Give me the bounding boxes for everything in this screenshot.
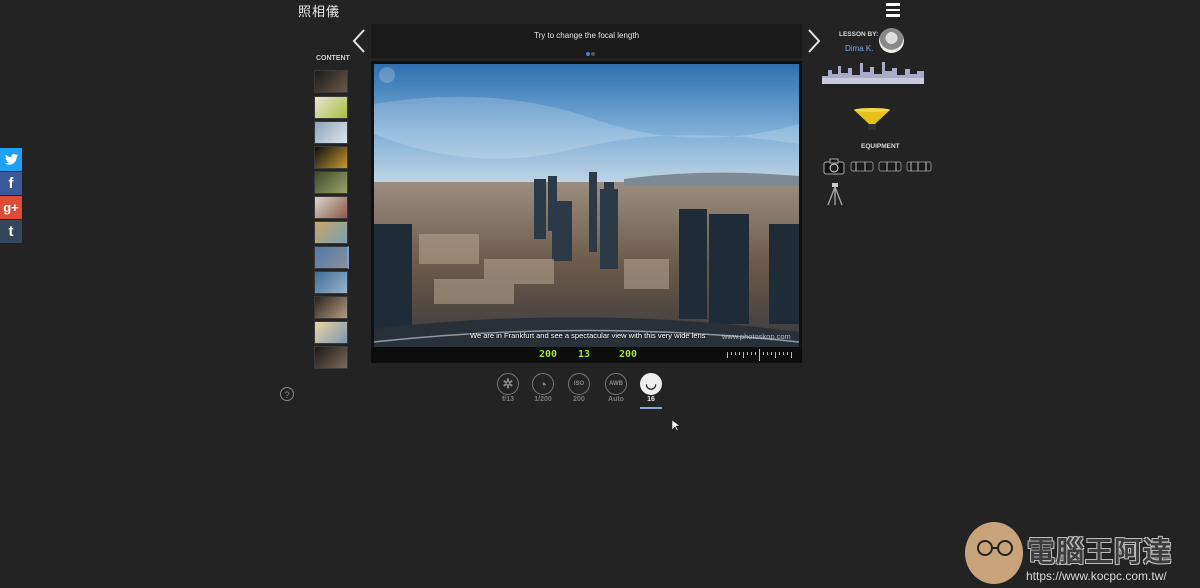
content-thumbnail-7[interactable] [314, 221, 348, 244]
shutter-readout: 200 [539, 349, 558, 360]
meter-tick [767, 352, 768, 355]
lens-3-icon[interactable] [906, 157, 932, 175]
content-thumbnail-4[interactable] [314, 146, 348, 169]
tumblr-share-button[interactable]: t [0, 220, 22, 243]
skyline-graphic [822, 62, 924, 84]
facebook-share-button[interactable]: f [0, 172, 22, 195]
content-thumbnail-6[interactable] [314, 196, 348, 219]
meter-tick [739, 352, 740, 355]
white-balance-value-label: Auto [608, 396, 624, 403]
meter-tick [763, 352, 764, 355]
author-avatar[interactable] [879, 28, 904, 53]
content-label: CONTENT [316, 55, 350, 62]
aperture-icon[interactable]: ✲ [497, 373, 519, 395]
google-plus-icon: g+ [3, 200, 19, 215]
content-thumbnail-2[interactable] [314, 96, 348, 119]
content-thumbnail-1[interactable] [314, 70, 348, 93]
shutter-value-label: 1/200 [534, 396, 552, 403]
site-logo-text: 電腦王阿達 [1027, 536, 1173, 567]
tripod-icon[interactable] [826, 182, 844, 206]
help-icon[interactable]: ? [280, 387, 294, 401]
meter-tick [759, 349, 760, 361]
content-thumbnail-5[interactable] [314, 171, 348, 194]
previous-arrow-icon[interactable] [350, 28, 370, 54]
meter-tick [755, 352, 756, 355]
mouse-cursor-icon [672, 420, 680, 432]
photo-watermark: www.photoskop.com [722, 332, 791, 341]
content-thumbnail-3[interactable] [314, 121, 348, 144]
focal-length-icon[interactable]: ◡ [640, 373, 662, 395]
city-panorama-photo[interactable] [374, 64, 799, 347]
content-thumbnail-9[interactable] [314, 271, 348, 294]
meter-tick [727, 352, 728, 358]
aperture-readout: 13 [578, 349, 591, 360]
meter-tick [731, 352, 732, 355]
content-thumbnail-8[interactable] [314, 246, 349, 269]
iso-icon[interactable]: ISO [568, 373, 590, 395]
hamburger-menu-icon[interactable] [886, 3, 900, 17]
lesson-author-link[interactable]: Dima K. [845, 44, 873, 53]
pager-dot[interactable] [591, 52, 595, 56]
next-arrow-icon[interactable] [803, 28, 823, 54]
meter-tick [751, 352, 752, 355]
twitter-share-button[interactable] [0, 148, 22, 171]
lens-badge-icon [379, 67, 395, 83]
meter-tick [783, 352, 784, 355]
iso-value-label: 200 [573, 396, 585, 403]
focal-length-value-label: 16 [647, 396, 655, 403]
meter-tick [775, 352, 776, 358]
site-logo-url: https://www.kocpc.com.tw/ [1026, 569, 1167, 583]
app-title: 照相儀 [298, 5, 341, 20]
meter-tick [735, 352, 736, 355]
equipment-label: EQUIPMENT [861, 143, 900, 150]
shutter-icon[interactable]: ◔ [532, 373, 554, 395]
meter-tick [747, 352, 748, 355]
content-thumbnail-11[interactable] [314, 321, 348, 344]
aperture-value-label: f/13 [501, 396, 515, 403]
mascot-glasses-icon [977, 540, 1013, 556]
google-plus-share-button[interactable]: g+ [0, 196, 22, 219]
pager-dot-active[interactable] [586, 52, 590, 56]
meter-tick [743, 352, 744, 358]
photo-caption: We are in Frankfurt and see a spectacula… [470, 331, 706, 340]
active-control-indicator [640, 407, 662, 409]
camera-body-icon[interactable] [822, 157, 846, 175]
iso-readout: 200 [619, 349, 638, 360]
content-thumbnail-10[interactable] [314, 296, 348, 319]
meter-tick [779, 352, 780, 355]
content-thumbnail-12[interactable] [314, 346, 348, 369]
meter-tick [791, 352, 792, 358]
lesson-instruction: Try to change the focal length [533, 31, 640, 40]
twitter-icon [4, 154, 18, 165]
focal-length-cone-icon [854, 108, 890, 130]
lens-2-icon[interactable] [878, 157, 902, 175]
meter-tick [771, 352, 772, 355]
white-balance-icon[interactable]: AWB [605, 373, 627, 395]
lens-1-icon[interactable] [850, 157, 874, 175]
meter-tick [787, 352, 788, 355]
lesson-by-label: LESSON BY: [839, 31, 879, 38]
facebook-icon: f [8, 175, 14, 192]
tumblr-icon: t [8, 223, 14, 240]
